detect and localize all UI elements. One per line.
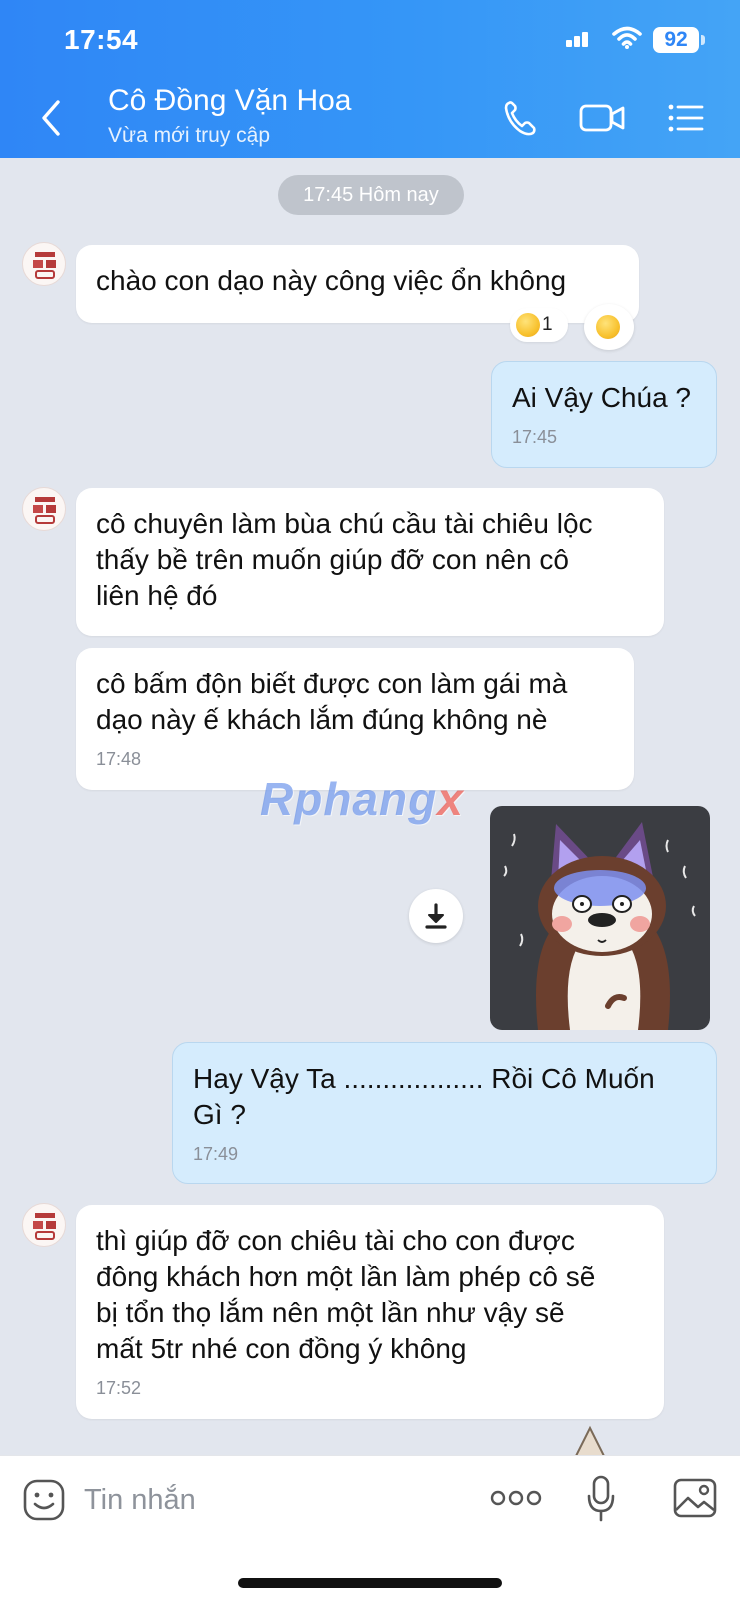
seal-avatar-icon — [33, 252, 56, 279]
message-text: cô bấm độn biết được con làm gái mà dạo … — [96, 668, 568, 735]
message-text: chào con dạo này công việc ổn không — [96, 265, 567, 296]
contact-status: Vừa mới truy cập — [108, 124, 271, 147]
list-menu-icon — [668, 104, 704, 132]
microphone-icon — [587, 1475, 615, 1522]
call-button[interactable] — [500, 96, 540, 140]
back-chevron-icon — [42, 100, 60, 136]
home-indicator — [238, 1578, 502, 1588]
sticker-peek — [574, 1425, 606, 1456]
shocked-cat-sticker — [503, 822, 696, 1030]
avatar[interactable] — [22, 487, 66, 531]
message-time: 17:48 — [96, 749, 142, 769]
video-call-button[interactable] — [578, 96, 628, 140]
date-chip: 17:45 Hôm nay — [278, 175, 464, 215]
reaction-summary[interactable]: 1 — [510, 308, 568, 342]
cellular-signal-icon — [566, 29, 588, 47]
battery-indicator: 92 — [653, 27, 699, 53]
contact-name[interactable]: Cô Đồng Vặn Hoa — [108, 84, 352, 118]
message-time: 17:49 — [193, 1144, 239, 1164]
voice-record-button[interactable] — [586, 1474, 616, 1524]
message-bubble-incoming[interactable]: thì giúp đỡ con chiêu tài cho con được đ… — [76, 1205, 664, 1419]
phone-icon — [504, 101, 536, 136]
battery-tip — [701, 35, 705, 45]
download-button[interactable] — [409, 889, 463, 943]
message-text: thì giúp đỡ con chiêu tài cho con được đ… — [96, 1225, 596, 1364]
message-bubble-incoming[interactable]: cô bấm độn biết được con làm gái mà dạo … — [76, 648, 634, 790]
message-bubble-incoming[interactable]: cô chuyên làm bùa chú cầu tài chiêu lộc … — [76, 488, 664, 636]
watermark: Rphangx — [260, 772, 464, 826]
avatar[interactable] — [22, 1203, 66, 1247]
more-options-button[interactable] — [490, 1486, 542, 1510]
message-time: 17:45 — [512, 427, 558, 447]
message-bubble-outgoing[interactable]: Hay Vậy Ta .................. Rồi Cô Muố… — [172, 1042, 717, 1184]
video-camera-icon — [579, 104, 625, 132]
message-text: cô chuyên làm bùa chú cầu tài chiêu lộc … — [96, 508, 593, 611]
more-dots-icon — [490, 1490, 542, 1506]
watermark-main: Rphang — [260, 773, 438, 825]
message-time: 17:52 — [96, 1378, 142, 1398]
chat-header: 17:54 92 Cô Đồng Vặn Hoa Vừa mới truy cậ… — [0, 0, 740, 158]
add-reaction-button[interactable] — [584, 304, 634, 350]
image-picker-button[interactable] — [672, 1476, 718, 1520]
status-time: 17:54 — [64, 24, 139, 55]
menu-button[interactable] — [666, 96, 706, 140]
surprised-emoji-icon — [596, 315, 620, 339]
back-button[interactable] — [36, 96, 66, 140]
image-gallery-icon — [673, 1478, 717, 1518]
seal-avatar-icon — [33, 497, 56, 524]
seal-avatar-icon — [33, 1213, 56, 1240]
message-input[interactable]: Tin nhắn — [84, 1476, 464, 1524]
sticker-image[interactable] — [490, 806, 710, 1030]
wifi-icon — [612, 26, 642, 49]
surprised-emoji-icon — [516, 313, 540, 337]
watermark-accent: x — [437, 773, 464, 825]
message-bubble-outgoing[interactable]: Ai Vậy Chúa ? 17:45 — [491, 361, 717, 468]
message-text: Hay Vậy Ta .................. Rồi Cô Muố… — [193, 1063, 655, 1130]
message-text: Ai Vậy Chúa ? — [512, 382, 691, 413]
smiley-sticker-icon — [23, 1479, 65, 1521]
download-icon — [425, 903, 447, 929]
avatar[interactable] — [22, 242, 66, 286]
sticker-button[interactable] — [22, 1478, 66, 1522]
reaction-count: 1 — [542, 314, 553, 335]
